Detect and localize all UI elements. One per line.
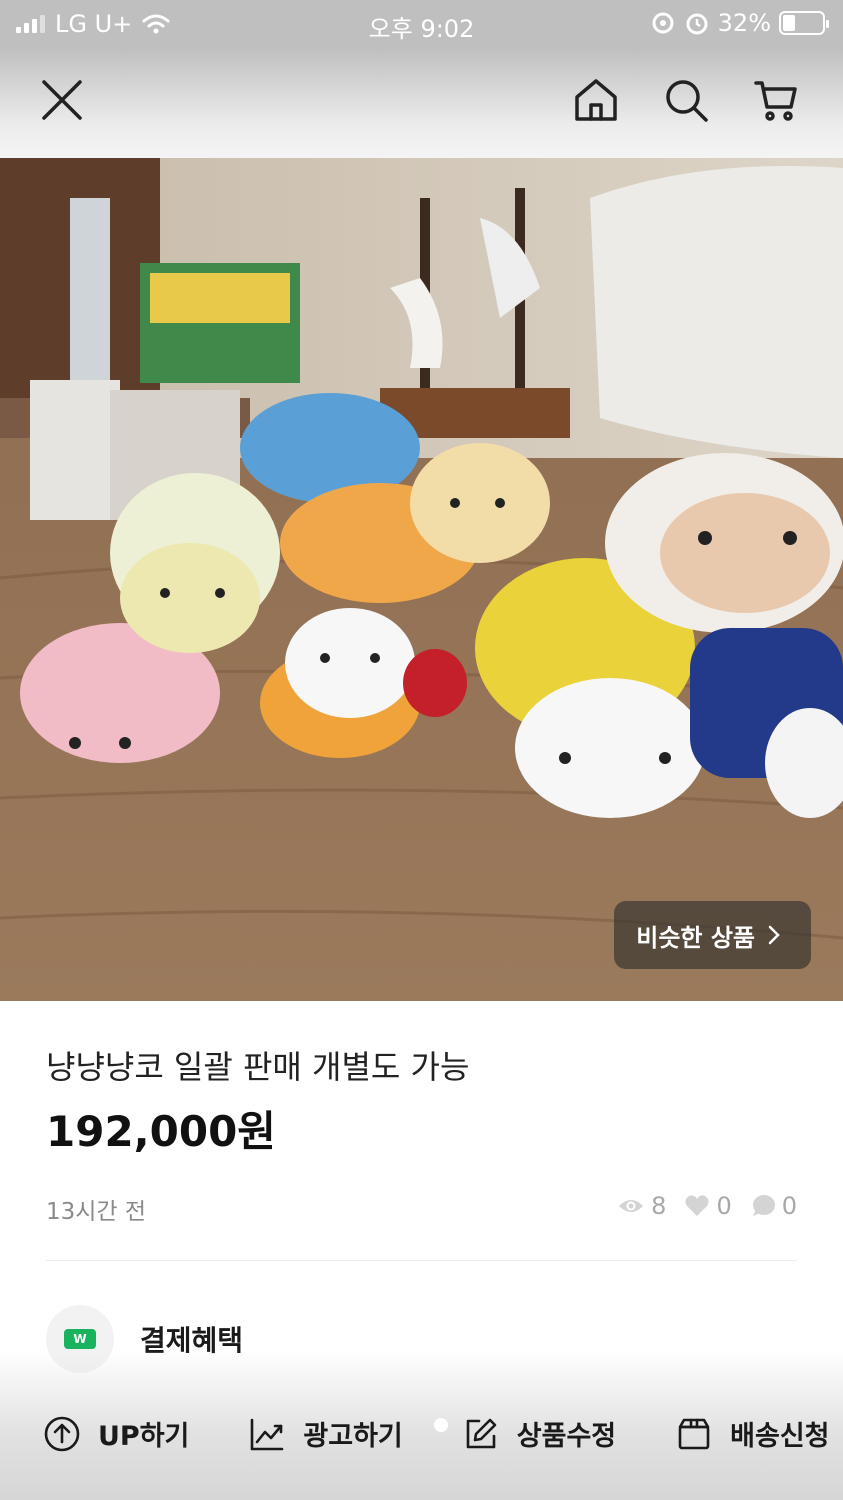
search-button[interactable] [656, 70, 716, 130]
won-icon: W [64, 1329, 96, 1349]
bottom-action-bar: UP하기 광고하기 상품수정 배송신청 [0, 1350, 843, 1500]
chats-count: 0 [781, 1192, 797, 1220]
status-right: 32% [650, 9, 829, 37]
home-icon [575, 79, 617, 121]
top-nav [0, 48, 843, 158]
box-icon [678, 1418, 710, 1449]
cart-button[interactable] [746, 70, 806, 130]
up-arrow-icon [44, 1416, 80, 1451]
status-bar: LG U+ 오후 9:02 32% [0, 0, 843, 48]
cart-icon [754, 81, 797, 121]
up-label: UP하기 [98, 1421, 190, 1452]
battery-icon [779, 11, 829, 35]
views-stat: 8 [617, 1192, 666, 1220]
eye-icon [652, 12, 674, 34]
eye-icon [619, 1200, 644, 1212]
chevron-right-icon [768, 925, 780, 945]
edit-product-button[interactable]: 상품수정 [463, 1414, 616, 1453]
divider [46, 1260, 797, 1261]
chat-bubble-icon [752, 1195, 775, 1216]
battery-percent: 32% [717, 9, 771, 37]
heart-icon [685, 1195, 710, 1216]
up-button[interactable]: UP하기 [44, 1414, 189, 1453]
edit-product-label: 상품수정 [516, 1421, 617, 1452]
similar-products-button[interactable]: 비슷한 상품 [614, 901, 811, 969]
product-image [0, 158, 843, 1001]
search-icon [666, 80, 708, 122]
shipping-request-label: 배송신청 [730, 1421, 830, 1452]
battery-fill [783, 15, 796, 31]
similar-products-label: 비슷한 상품 [636, 923, 755, 952]
views-count: 8 [651, 1192, 667, 1220]
advertise-label: 광고하기 [303, 1421, 403, 1452]
plush-beige-cat [410, 443, 550, 563]
product-title: 냥냥냥코 일괄 판매 개별도 가능 [46, 1048, 470, 1086]
close-button[interactable] [32, 70, 92, 130]
chart-icon [251, 1418, 284, 1450]
advertise-button[interactable]: 광고하기 [249, 1414, 403, 1453]
likes-count: 0 [716, 1192, 732, 1220]
home-button[interactable] [566, 70, 626, 130]
action-list: UP하기 광고하기 상품수정 배송신청 [44, 1414, 830, 1453]
product-price: 192,000원 [46, 1107, 276, 1156]
alarm-icon [686, 13, 708, 35]
shipping-request-button[interactable]: 배송신청 [676, 1414, 830, 1453]
posted-time: 13시간 전 [46, 1199, 147, 1225]
close-icon [42, 80, 82, 120]
product-photo[interactable]: 비슷한 상품 [0, 158, 843, 1001]
edit-icon [466, 1418, 497, 1448]
chats-stat: 0 [750, 1192, 797, 1220]
product-stats: 8 0 0 [617, 1192, 797, 1220]
likes-stat: 0 [684, 1192, 732, 1220]
